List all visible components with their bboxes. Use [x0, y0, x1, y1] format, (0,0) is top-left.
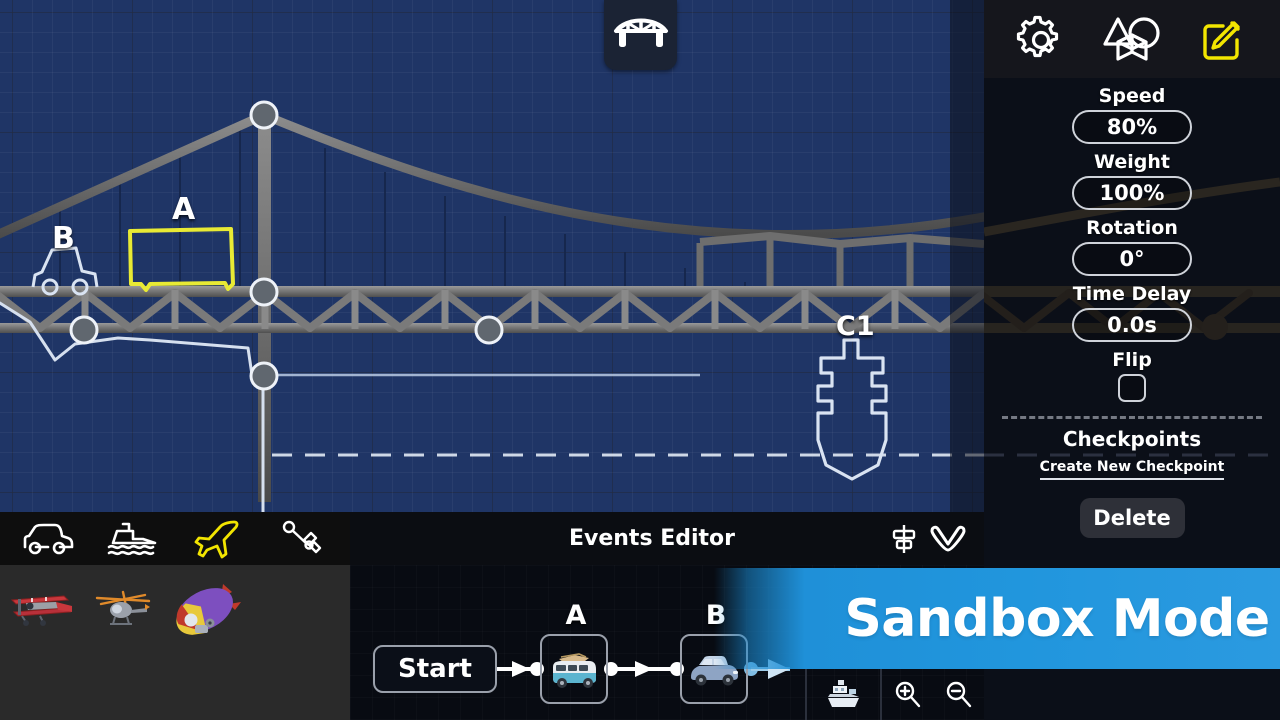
events-bottom-bar	[805, 667, 984, 720]
ship-tool-icon	[827, 679, 859, 707]
helicopter-icon	[95, 590, 151, 625]
align-distribute-icon-button[interactable]	[882, 517, 926, 561]
piston-icon	[282, 520, 321, 553]
flip-checkbox[interactable]	[1118, 374, 1146, 402]
align-distribute-icon	[892, 524, 916, 553]
checkpoints-title: Checkpoints	[1062, 427, 1202, 451]
bridge-viewport[interactable]: A B C1	[0, 0, 984, 512]
rotation-field[interactable]: 0°	[1072, 242, 1192, 276]
vw-bus-icon	[553, 653, 596, 688]
zoom-in-button[interactable]	[880, 667, 932, 720]
palette-tabs	[0, 512, 350, 565]
delete-button[interactable]: Delete	[1079, 498, 1185, 538]
planes-tab[interactable]	[190, 517, 244, 561]
biplane-item[interactable]	[4, 575, 82, 643]
collapse-chevron-icon-button[interactable]	[926, 517, 970, 561]
panel-tabs	[984, 0, 1280, 78]
speed-field[interactable]: 80%	[1072, 110, 1192, 144]
collapse-chevron-icon	[930, 525, 966, 551]
ship-tool-button[interactable]	[805, 667, 880, 720]
sandbox-mode-banner: Sandbox Mode	[714, 568, 1280, 669]
cars-tab[interactable]	[21, 517, 75, 561]
gear-icon	[1017, 15, 1059, 58]
plane-icon	[194, 520, 239, 558]
blimp-item[interactable]	[168, 575, 246, 643]
boat-icon	[107, 522, 157, 555]
sandbox-mode-label: Sandbox Mode	[844, 588, 1270, 649]
edit-tab[interactable]	[1191, 7, 1255, 71]
zoom-out-button[interactable]	[932, 667, 984, 720]
time-delay-label: Time Delay	[1072, 283, 1192, 305]
weight-label: Weight	[1094, 151, 1170, 173]
app-root: A B C1 Speed 80% Weight 100% Rotation 0°…	[0, 0, 1280, 720]
flip-label: Flip	[1112, 349, 1152, 371]
props-tab[interactable]	[275, 517, 329, 561]
palette-items	[0, 565, 350, 720]
vehicle-outline-A	[128, 227, 235, 292]
blimp-icon	[176, 584, 241, 635]
events-editor-title: Events Editor	[568, 526, 736, 551]
truss-bridge-icon	[613, 18, 668, 47]
viewport-marker-label-B: B	[52, 221, 75, 256]
vehicle-palette	[0, 512, 350, 720]
helicopter-item[interactable]	[86, 575, 164, 643]
bridge-type-badge[interactable]	[604, 0, 677, 70]
bridge-scene	[0, 0, 984, 512]
speed-label: Speed	[1098, 85, 1166, 107]
create-new-checkpoint-link[interactable]: Create New Checkpoint	[1039, 459, 1225, 480]
car-icon	[23, 523, 74, 554]
zoom-in-icon	[895, 681, 921, 707]
events-editor-header: Events Editor	[350, 512, 984, 565]
event-node-A[interactable]: A	[540, 600, 608, 704]
shapes-cube-icon	[1103, 17, 1160, 61]
viewport-marker-label-A: A	[172, 192, 196, 227]
vehicle-outline-C1	[816, 338, 888, 481]
start-node[interactable]: Start	[373, 645, 497, 693]
time-delay-field[interactable]: 0.0s	[1072, 308, 1192, 342]
shapes-tab[interactable]	[1100, 7, 1164, 71]
panel-divider	[1002, 416, 1262, 419]
weight-field[interactable]: 100%	[1072, 176, 1192, 210]
pencil-edit-icon	[1202, 21, 1240, 60]
event-node-A-label: A	[565, 600, 587, 631]
rotation-label: Rotation	[1086, 217, 1178, 239]
panel-body: Speed 80% Weight 100% Rotation 0° Time D…	[984, 78, 1280, 538]
zoom-out-icon	[946, 681, 972, 707]
boats-tab[interactable]	[106, 517, 160, 561]
viewport-marker-label-C1: C1	[836, 311, 875, 342]
biplane-icon	[10, 595, 72, 626]
settings-tab[interactable]	[1009, 7, 1073, 71]
